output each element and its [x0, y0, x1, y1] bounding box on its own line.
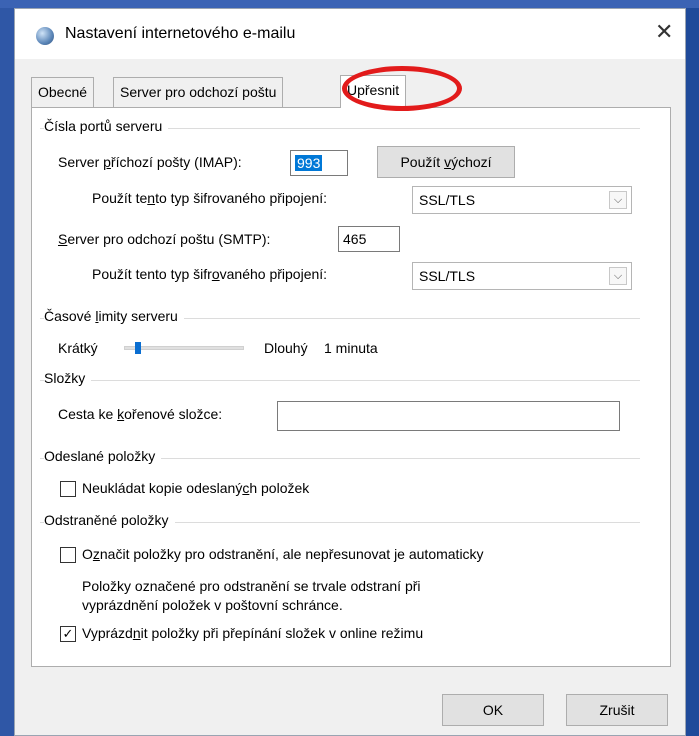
incoming-encryption-value: SSL/TLS [419, 192, 476, 208]
no-sent-copy-label[interactable]: Neukládat kopie odeslaných položek [82, 480, 309, 496]
timeout-value: 1 minuta [324, 340, 378, 356]
ok-button[interactable]: OK [442, 694, 544, 726]
close-icon[interactable]: ✕ [655, 21, 673, 43]
check-mark-icon: ✓ [62, 626, 74, 641]
background-window-edge-left [0, 0, 14, 736]
red-highlight-ellipse [342, 66, 462, 111]
no-sent-copy-checkbox[interactable] [60, 481, 76, 497]
group-title-deleted-items: Odstraněné položky [44, 512, 175, 528]
group-title-server-ports: Čísla portů serveru [44, 118, 169, 134]
timeout-slider-thumb[interactable] [135, 342, 142, 354]
purge-on-switch-label[interactable]: Vyprázdnit položky při přepínání složek … [82, 625, 423, 641]
outgoing-encryption-label: Použít tento typ šifrovaného připojení: [92, 266, 328, 282]
title-bar[interactable]: Nastavení internetového e-mailu ✕ [15, 9, 685, 59]
incoming-server-label: Server příchozí pošty (IMAP): [58, 154, 242, 170]
outgoing-encryption-select[interactable]: SSL/TLS ⌵ [412, 262, 632, 290]
chevron-down-icon[interactable]: ⌵ [609, 191, 627, 209]
mark-for-deletion-label[interactable]: Označit položky pro odstranění, ale nepř… [82, 546, 484, 562]
outgoing-encryption-value: SSL/TLS [419, 268, 476, 284]
chevron-down-icon[interactable]: ⌵ [609, 267, 627, 285]
cancel-button[interactable]: Zrušit [566, 694, 668, 726]
tab-outgoing-server[interactable]: Server pro odchozí poštu [113, 77, 284, 107]
timeout-short-label: Krátký [58, 340, 98, 356]
outgoing-port-input[interactable]: 465 [338, 226, 400, 252]
group-title-folders: Složky [44, 370, 92, 386]
timeout-long-label: Dlouhý [264, 340, 308, 356]
incoming-port-input[interactable]: 993 [290, 150, 348, 176]
use-default-button[interactable]: Použít výchozí [377, 146, 515, 178]
root-folder-label: Cesta ke kořenové složce: [58, 406, 223, 422]
group-divider [40, 380, 640, 381]
globe-mail-icon [36, 27, 54, 45]
group-title-sent-items: Odeslané položky [44, 448, 162, 464]
purge-on-switch-checkbox[interactable]: ✓ [60, 626, 76, 642]
outgoing-server-label: Server pro odchozí poštu (SMTP): [58, 231, 271, 247]
incoming-encryption-label: Použít tento typ šifrovaného připojení: [92, 190, 328, 206]
deletion-note-line-1: Položky označené pro odstranění se trval… [82, 578, 421, 594]
tab-general[interactable]: Obecné [31, 77, 95, 107]
mark-for-deletion-checkbox[interactable] [60, 547, 76, 563]
window-title: Nastavení internetového e-mailu [65, 25, 296, 42]
internet-email-settings-dialog: Nastavení internetového e-mailu ✕ Obecné… [14, 8, 686, 736]
background-window-edge-top [0, 0, 699, 8]
background-window-edge-right [686, 0, 699, 736]
deletion-note-line-2: vyprázdnění položek v poštovní schránce. [82, 597, 343, 613]
tab-panel-advanced: Čísla portů serveru Server příchozí pošt… [31, 107, 671, 667]
group-title-server-timeouts: Časové limity serveru [44, 308, 184, 324]
root-folder-input[interactable] [277, 401, 620, 431]
timeout-slider-track[interactable] [124, 346, 244, 350]
incoming-encryption-select[interactable]: SSL/TLS ⌵ [412, 186, 632, 214]
